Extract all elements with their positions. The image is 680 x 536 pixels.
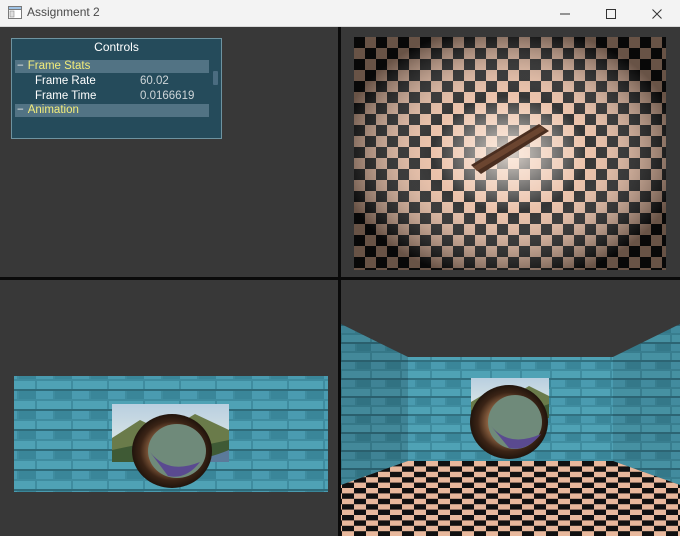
- viewport-area[interactable]: Controls − Frame Stats Frame Rate 60.02 F…: [0, 27, 680, 536]
- controls-panel-title[interactable]: Controls: [12, 39, 221, 56]
- perspective-view-scene: [341, 324, 680, 536]
- viewport-divider-vertical: [338, 27, 341, 536]
- viewport-divider-horizontal: [0, 277, 680, 280]
- minimize-icon: [560, 13, 570, 14]
- maximize-button[interactable]: [588, 0, 634, 27]
- animation-label: Animation: [27, 104, 79, 116]
- frame-time-value: 0.0166619: [140, 90, 195, 102]
- floor: [341, 461, 680, 536]
- maximize-icon: [606, 8, 616, 19]
- collapse-icon: −: [17, 60, 24, 72]
- viewport-bottom-left[interactable]: [0, 280, 338, 536]
- front-view-scene: [14, 376, 328, 492]
- frame-rate-value: 60.02: [140, 75, 169, 87]
- frame-rate-label: Frame Rate: [35, 75, 96, 87]
- title-bar: Assignment 2: [0, 0, 680, 27]
- wheel-perspective-view: [470, 385, 548, 459]
- frame-time-row: Frame Time 0.0166619: [35, 89, 215, 103]
- frame-stats-label: Frame Stats: [27, 60, 91, 72]
- panel-scrollbar[interactable]: [213, 71, 218, 85]
- app-icon: [8, 6, 22, 19]
- close-button[interactable]: [634, 0, 680, 27]
- frame-rate-row: Frame Rate 60.02: [35, 74, 215, 88]
- animation-header[interactable]: − Animation: [15, 104, 209, 117]
- viewport-top-right[interactable]: [341, 27, 680, 277]
- frame-time-label: Frame Time: [35, 90, 97, 102]
- collapse-icon: −: [17, 104, 24, 116]
- viewport-bottom-right[interactable]: [341, 280, 680, 536]
- window-title: Assignment 2: [27, 5, 100, 19]
- top-view-scene: [354, 37, 666, 270]
- controls-panel[interactable]: Controls − Frame Stats Frame Rate 60.02 F…: [11, 38, 222, 139]
- frame-stats-header[interactable]: − Frame Stats: [15, 60, 209, 73]
- close-icon: [652, 8, 662, 19]
- wheel-front-view: [132, 414, 212, 488]
- viewport-top-left[interactable]: Controls − Frame Stats Frame Rate 60.02 F…: [0, 27, 338, 277]
- minimize-button[interactable]: [542, 0, 588, 27]
